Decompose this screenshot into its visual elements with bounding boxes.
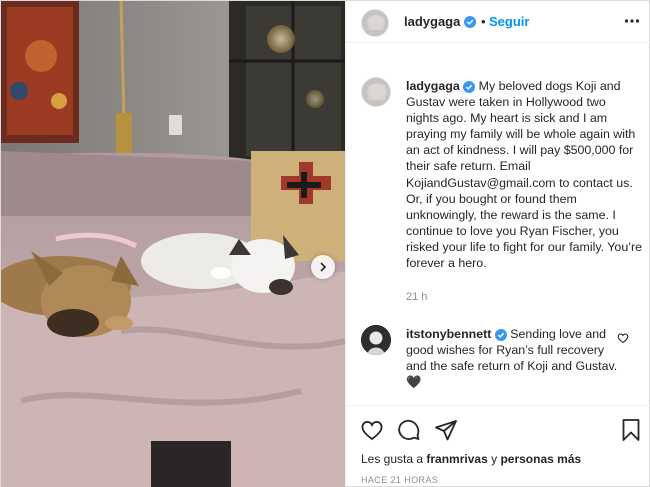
- next-photo-button[interactable]: [311, 255, 335, 279]
- post-header: ladygaga • Seguir: [346, 1, 650, 43]
- follow-button[interactable]: Seguir: [489, 14, 529, 29]
- commenter-avatar[interactable]: [361, 325, 391, 355]
- heart-icon[interactable]: [360, 418, 384, 442]
- post-caption: ladygaga My beloved dogs Koji and Gustav…: [406, 78, 642, 271]
- verified-badge-icon: [494, 328, 507, 341]
- caption-username-link[interactable]: ladygaga: [406, 79, 460, 93]
- post-photo[interactable]: [1, 1, 345, 487]
- author-username-row: ladygaga: [404, 14, 477, 29]
- paper-plane-icon[interactable]: [434, 418, 458, 442]
- caption-text: My beloved dogs Koji and Gustav were tak…: [406, 79, 642, 271]
- dogs-photo-image: [1, 1, 345, 487]
- post-details-pane: ladygaga • Seguir ladygaga My beloved do…: [345, 1, 650, 487]
- avatar-image: [361, 325, 391, 355]
- verified-badge-icon: [464, 15, 477, 28]
- avatar-image: [362, 10, 388, 36]
- likes-summary: Les gusta a franmrivas y personas más: [361, 452, 581, 466]
- more-options-icon[interactable]: [624, 13, 640, 29]
- author-username-link[interactable]: ladygaga: [404, 14, 460, 29]
- comment-item: itstonybennett Sending love and good wis…: [406, 326, 626, 390]
- comment-like-heart-icon[interactable]: [617, 332, 629, 344]
- instagram-post-view: ladygaga • Seguir ladygaga My beloved do…: [0, 0, 650, 487]
- author-avatar[interactable]: [361, 9, 389, 37]
- post-timestamp[interactable]: HACE 21 HORAS: [361, 475, 438, 485]
- comment-username-link[interactable]: itstonybennett: [406, 327, 491, 341]
- others-likes-link[interactable]: personas más: [500, 452, 581, 466]
- separator-dot: •: [481, 14, 486, 29]
- post-actions: Les gusta a franmrivas y personas más HA…: [346, 405, 650, 487]
- chevron-right-icon: [320, 262, 327, 272]
- liker-username-link[interactable]: franmrivas: [426, 452, 487, 466]
- caption-author-avatar[interactable]: [361, 77, 391, 107]
- comment-icon[interactable]: [397, 418, 421, 442]
- likes-prefix: Les gusta a: [361, 452, 424, 466]
- caption-time-ago[interactable]: 21 h: [406, 291, 427, 303]
- likes-connector: y: [491, 452, 498, 466]
- verified-badge-icon: [463, 80, 476, 93]
- avatar-image: [362, 78, 390, 106]
- bookmark-icon[interactable]: [619, 418, 643, 442]
